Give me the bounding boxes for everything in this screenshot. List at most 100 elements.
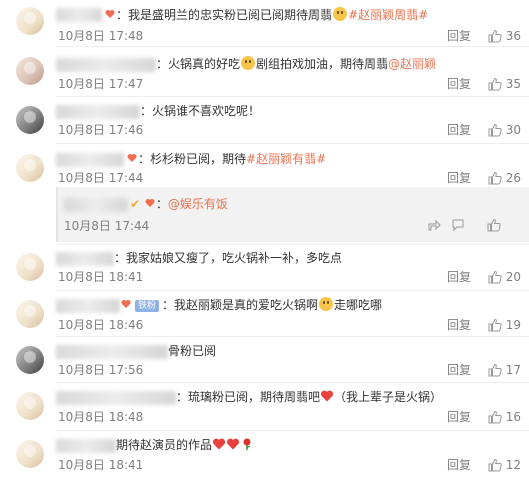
username-redacted[interactable]	[56, 299, 120, 313]
comment-item: 骨粉已阅 10月8日 17:56 回复 17	[0, 337, 529, 382]
like-count: 20	[505, 270, 521, 284]
comment-timestamp: 10月8日 18:41	[58, 458, 144, 472]
avatar[interactable]	[16, 346, 44, 374]
comment-item: ：火锅谁不喜欢吃呢！ 10月8日 17:46 回复 30	[0, 97, 529, 142]
reply-button[interactable]: 回复	[447, 170, 471, 186]
like-count: 35	[505, 77, 521, 91]
comment-text: 期待赵演员的作品	[116, 436, 254, 454]
mention-link[interactable]: @娱乐有饭	[168, 197, 228, 211]
comment-text: ：火锅真的好吃 剧组拍戏加油，期待周翡@赵丽颖	[156, 56, 437, 71]
like-count: 19	[505, 318, 521, 332]
rose-icon	[243, 438, 251, 450]
reply-button[interactable]: 回复	[447, 362, 471, 378]
avatar[interactable]	[16, 392, 44, 420]
username-redacted[interactable]	[56, 439, 116, 453]
thumbs-up-icon	[488, 318, 502, 332]
username-redacted[interactable]	[56, 345, 168, 359]
comment-item: ：火锅真的好吃 剧组拍戏加油，期待周翡@赵丽颖 10月8日 17:47 回复 35	[0, 47, 529, 95]
like-button[interactable]: 16	[488, 409, 521, 425]
reply-button[interactable]: 回复	[447, 317, 471, 333]
comment-text: ：火锅谁不喜欢吃呢！	[140, 104, 261, 118]
comment-timestamp: 10月8日 17:48	[58, 29, 144, 43]
comment-timestamp: 10月8日 18:46	[58, 318, 144, 332]
like-button[interactable]: 20	[488, 269, 521, 285]
comment-timestamp: 10月8日 18:41	[58, 270, 144, 284]
thumbs-up-icon	[488, 363, 502, 377]
username-redacted[interactable]	[56, 8, 102, 22]
red-heart-icon	[320, 390, 334, 402]
like-button[interactable]: 30	[488, 122, 521, 138]
avatar[interactable]	[16, 440, 44, 468]
comment-text: ：杉杉粉已阅，期待#赵丽颖有翡#	[126, 150, 326, 168]
comment-item: ：我家姑娘又瘦了，吃火锅补一补，多吃点 10月8日 18:41 回复 20	[0, 245, 529, 289]
like-count: 16	[505, 410, 521, 424]
thumbs-up-icon	[488, 171, 502, 185]
username-redacted[interactable]	[64, 198, 128, 212]
comment-timestamp: 10月8日 17:44	[58, 171, 144, 185]
like-button[interactable]: 35	[488, 76, 521, 92]
like-count: 12	[505, 458, 521, 472]
avatar[interactable]	[16, 300, 44, 328]
thumbs-up-icon	[488, 123, 502, 137]
comment-text: 骨粉已阅	[168, 344, 217, 358]
username-redacted[interactable]	[56, 105, 140, 119]
nested-reply: ✔ ：@娱乐有饭 10月8日 17:44	[56, 187, 529, 242]
thumbs-up-icon	[488, 77, 502, 91]
thumbs-up-icon[interactable]	[487, 218, 501, 232]
like-button[interactable]: 12	[488, 457, 521, 473]
comment-text: ：琉璃粉已阅，期待周翡吧 （我上辈子是火锅）	[176, 390, 443, 404]
thumbs-up-icon	[488, 29, 502, 43]
mention-link[interactable]: @赵丽颖	[388, 57, 436, 71]
comment-text: ：我家姑娘又瘦了，吃火锅补一补，多吃点	[114, 251, 343, 265]
fan-badge-icon	[145, 195, 155, 207]
comment-text: 铁粉 ：我赵丽颖是真的爱吃火锅啊 走哪吃哪	[120, 296, 382, 314]
avatar[interactable]	[16, 106, 44, 134]
comment-timestamp: 10月8日 18:48	[58, 410, 144, 424]
reply-button[interactable]: 回复	[447, 269, 471, 285]
username-redacted[interactable]	[56, 58, 156, 72]
comment-item: ：琉璃粉已阅，期待周翡吧 （我上辈子是火锅） 10月8日 18:48 回复 16	[0, 383, 529, 429]
comment-timestamp: 10月8日 17:47	[58, 77, 144, 91]
avatar[interactable]	[16, 154, 44, 182]
like-button[interactable]: 26	[488, 170, 521, 186]
iron-fan-badge: 铁粉	[135, 300, 160, 312]
share-icon[interactable]	[427, 218, 441, 232]
comment-timestamp: 10月8日 17:56	[58, 363, 144, 377]
reply-indent-bar	[56, 187, 58, 242]
reply-button[interactable]: 回复	[447, 457, 471, 473]
avatar[interactable]	[16, 57, 44, 85]
like-count: 26	[505, 171, 521, 185]
fan-badge-icon	[121, 296, 131, 308]
reply-actions	[427, 218, 465, 232]
comment-item: 铁粉 ：我赵丽颖是真的爱吃火锅啊 走哪吃哪 10月8日 18:46 回复 19	[0, 291, 529, 336]
reply-text: ✔ ：@娱乐有饭	[130, 195, 228, 211]
reply-timestamp: 10月8日 17:44	[64, 219, 150, 233]
hashtag-link[interactable]: #赵丽颖周翡#	[348, 8, 428, 22]
like-button[interactable]: 19	[488, 317, 521, 333]
comment-icon[interactable]	[451, 218, 465, 232]
verified-check-icon: ✔	[130, 197, 141, 211]
red-heart-icon	[212, 438, 226, 450]
emoji-smile-icon	[333, 7, 348, 21]
red-heart-icon	[226, 438, 240, 450]
comment-item: 期待赵演员的作品 10月8日 18:41 回复 12	[0, 431, 529, 478]
reply-button[interactable]: 回复	[447, 76, 471, 92]
username-redacted[interactable]	[56, 391, 176, 405]
hashtag-link[interactable]: #赵丽颖有翡#	[246, 152, 326, 166]
like-count: 17	[505, 363, 521, 377]
like-button[interactable]: 17	[488, 362, 521, 378]
username-redacted[interactable]	[56, 153, 124, 167]
thumbs-up-icon	[488, 458, 502, 472]
username-redacted[interactable]	[56, 252, 114, 266]
like-button[interactable]: 36	[488, 28, 521, 44]
comment-item: ：我是盛明兰的忠实粉已阅已阅期待周翡 #赵丽颖周翡# 10月8日 17:48 回复…	[0, 0, 529, 46]
reply-button[interactable]: 回复	[447, 28, 471, 44]
reply-button[interactable]: 回复	[447, 409, 471, 425]
comment-text: ：我是盛明兰的忠实粉已阅已阅期待周翡 #赵丽颖周翡#	[104, 6, 428, 24]
avatar[interactable]	[16, 7, 44, 35]
fan-badge-icon	[127, 150, 137, 162]
thumbs-up-icon	[488, 410, 502, 424]
reply-button[interactable]: 回复	[447, 122, 471, 138]
thumbs-up-icon	[488, 270, 502, 284]
avatar[interactable]	[16, 253, 44, 281]
